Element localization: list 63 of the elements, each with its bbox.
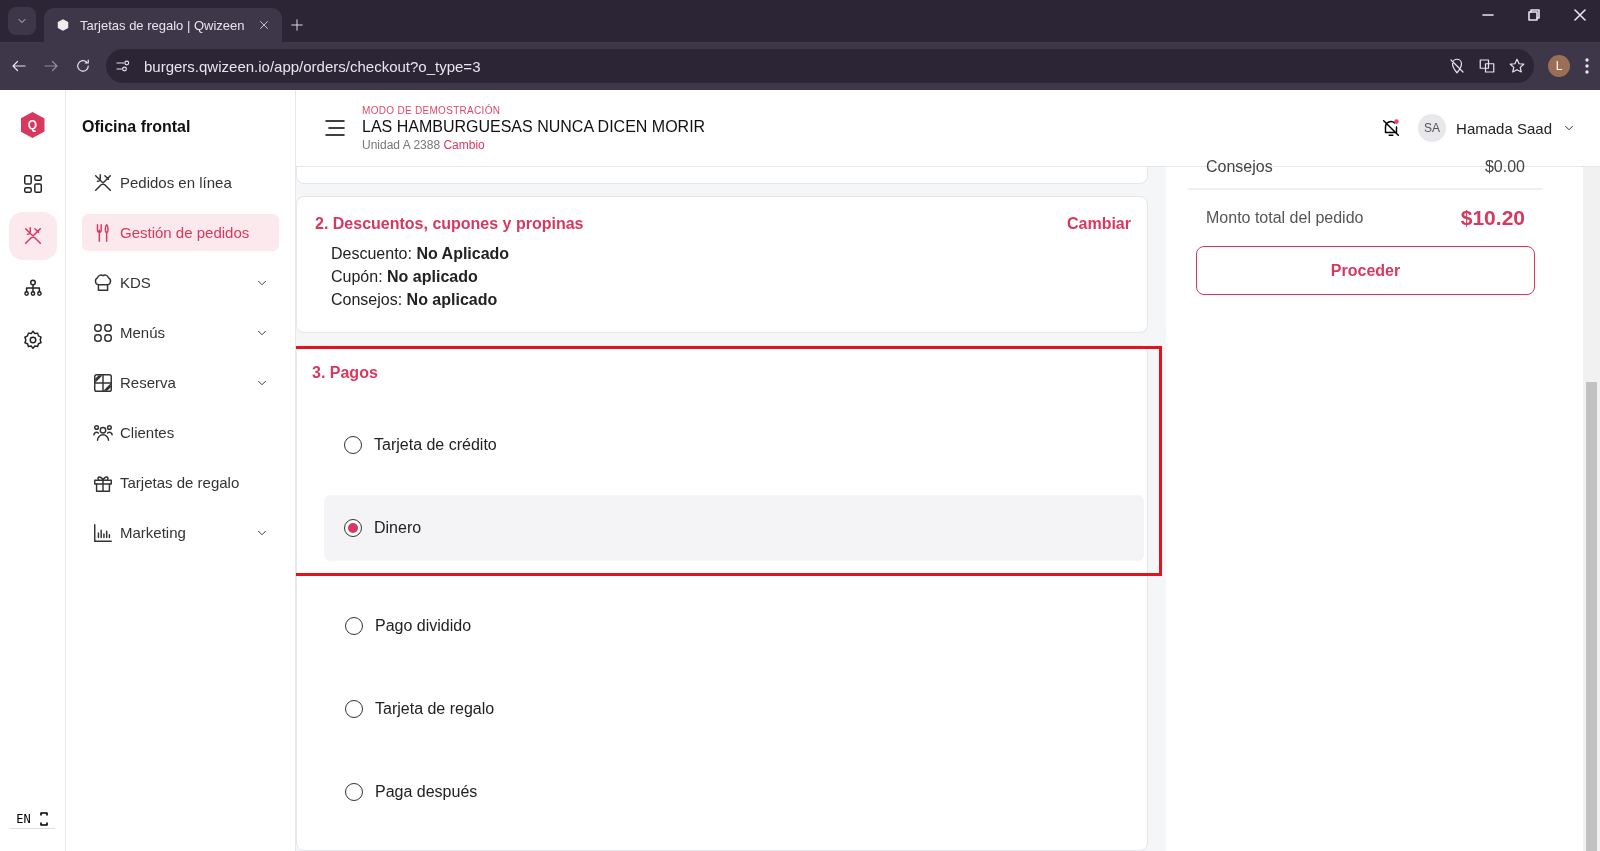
discount-line: Consejos: No aplicado <box>330 291 499 309</box>
payment-option[interactable]: Tarjeta de crédito <box>324 412 1144 478</box>
payment-option[interactable]: Pago dividido <box>325 593 1121 659</box>
restaurant-name: LAS HAMBURGUESAS NUNCA DICEN MORIR <box>362 117 707 136</box>
star-icon[interactable] <box>1508 57 1526 75</box>
unit-label: Unidad A 2388 <box>362 137 441 152</box>
total-label: Monto total del pedido <box>1206 209 1364 227</box>
payment-option[interactable]: Paga después <box>325 759 1121 825</box>
change-link[interactable]: Cambio <box>443 137 485 152</box>
change-link[interactable]: Cambiar <box>1066 215 1131 233</box>
payment-option[interactable]: Tarjeta de regalo <box>325 676 1121 742</box>
more-icon[interactable] <box>1584 57 1590 75</box>
section-title: 3. Pagos <box>312 364 378 382</box>
bar-chart-icon <box>92 521 114 544</box>
section-title: 2. Descuentos, cupones y propinas <box>315 215 584 233</box>
sidebar-item[interactable]: Menús <box>82 314 279 351</box>
demo-mode-label: MODO DE DEMOSTRACIÓN <box>362 104 502 116</box>
radio-button[interactable] <box>345 783 363 801</box>
sidebar-title: Oficina frontal <box>82 118 191 136</box>
radio-button[interactable] <box>345 617 363 635</box>
language-label[interactable]: EN <box>16 812 31 826</box>
translate-icon[interactable] <box>1478 57 1496 75</box>
reload-icon[interactable] <box>74 57 92 75</box>
sidebar-item[interactable]: Clientes <box>82 414 279 451</box>
user-menu[interactable]: SA Hamada Saad <box>1418 114 1576 142</box>
url-text: burgers.qwizeen.io/app/orders/checkout?o_type=3 <box>144 57 482 75</box>
logo[interactable]: Q <box>20 112 45 138</box>
sidebar-item[interactable]: KDS <box>82 264 279 301</box>
radio-button[interactable] <box>344 436 362 454</box>
restore-icon[interactable] <box>1528 9 1540 21</box>
settings-icon <box>21 329 44 351</box>
close-icon[interactable] <box>1574 9 1586 21</box>
profile-avatar[interactable]: L <box>1548 55 1570 77</box>
browser-tab[interactable]: Tarjetas de regalo | Qwizeen <box>44 8 282 42</box>
site-icon <box>56 18 70 32</box>
sidebar-item[interactable]: Pedidos en línea <box>82 164 279 201</box>
radio-button[interactable] <box>344 519 362 537</box>
hierarchy-icon <box>21 277 44 299</box>
new-tab-icon[interactable] <box>290 18 304 32</box>
eye-off-icon[interactable] <box>1448 57 1466 75</box>
proceed-button[interactable]: Proceder <box>1196 246 1535 295</box>
total-value: $10.20 <box>1460 206 1525 230</box>
table-icon <box>92 371 114 394</box>
sidebar-item[interactable]: Tarjetas de regalo <box>82 464 279 501</box>
fork-knife-icon <box>92 171 114 194</box>
grid-icon <box>92 321 114 344</box>
close-icon[interactable] <box>258 19 270 31</box>
sidebar-item[interactable]: Marketing <box>82 514 279 551</box>
scrollbar[interactable] <box>1583 167 1600 851</box>
payment-option[interactable]: Dinero <box>324 495 1144 561</box>
dashboard-icon <box>21 173 44 195</box>
expand-icon[interactable] <box>38 812 49 826</box>
discount-line: Cupón: No aplicado <box>330 268 479 286</box>
tips-label: Consejos <box>1206 158 1273 176</box>
discount-line: Descuento: No Aplicado <box>330 245 511 263</box>
sidebar-item[interactable]: Reserva <box>82 364 279 401</box>
chef-hat-icon <box>92 271 114 294</box>
tab-title: Tarjetas de regalo | Qwizeen <box>80 17 246 33</box>
menu-icon[interactable] <box>324 118 346 138</box>
sidebar-item[interactable]: Gestión de pedidos <box>82 214 279 251</box>
address-bar[interactable]: burgers.qwizeen.io/app/orders/checkout?o_type=3 <box>106 49 1534 83</box>
tips-value: $0.00 <box>1484 158 1525 176</box>
radio-button[interactable] <box>345 700 363 718</box>
